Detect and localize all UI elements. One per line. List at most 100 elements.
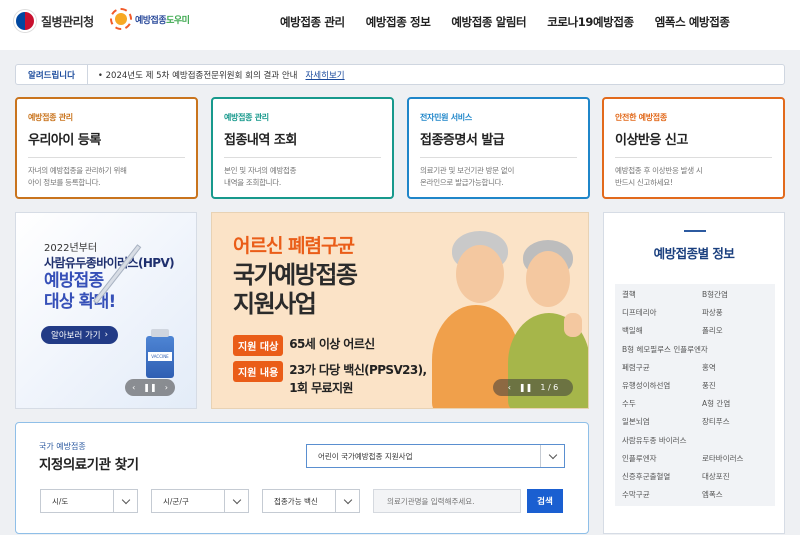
service-logo[interactable]: 예방접종도우미: [110, 8, 190, 30]
card-category: 전자민원 서비스: [420, 113, 472, 122]
vaccine-info-panel: 예방접종별 정보 결핵 B형간염 디프테리아 파상풍 백일해 폴리오 B형 헤모필루스 인플…: [603, 212, 785, 534]
program-select[interactable]: 어린이 국가예방접종 지원사업: [306, 444, 565, 468]
notice-tag: 알려드립니다: [16, 65, 88, 84]
city-select-value: 시/군/구: [163, 496, 189, 506]
card-category: 예방접종 관리: [28, 113, 73, 122]
vaccine-info-title: 예방접종별 정보: [653, 246, 735, 261]
notice-text[interactable]: • 2024년도 제 5차 예방접종전문위원회 회의 결과 안내: [98, 69, 298, 81]
service-logo-main: 예방접종: [135, 15, 167, 26]
nav-vaccination-management[interactable]: 예방접종 관리: [280, 14, 345, 30]
banner-row-content: 지원 내용 23가 다당 백신(PPSV23), 1회 무료지원: [233, 361, 427, 397]
vaccine-row: 백일해 폴리오: [615, 322, 775, 340]
vaccine-row: 결핵 B형간염: [615, 286, 775, 304]
card-description: 예방접종 후 이상반응 발생 시 반드시 신고하세요!: [615, 166, 703, 187]
clinic-finder: 국가 예방접종 지정의료기관 찾기: [15, 422, 589, 534]
banner-row-value: 23가 다당 백신(PPSV23), 1회 무료지원: [289, 363, 427, 395]
banner-row-key: 지원 내용: [233, 361, 284, 382]
card-certificate[interactable]: 전자민원 서비스 접종증명서 발급 의료기관 및 보건기관 방문 없이 온라인으…: [407, 97, 590, 199]
nav-mpox[interactable]: 엠폭스 예방접종: [655, 14, 730, 30]
vaccine-vial-icon: VACCINE: [146, 329, 174, 378]
nav-vaccination-info[interactable]: 예방접종 정보: [366, 14, 431, 30]
vaccine-link[interactable]: 수두: [615, 395, 695, 413]
sun-logo-icon: [110, 8, 132, 30]
vaccine-link[interactable]: 파상풍: [695, 304, 775, 322]
card-history-lookup[interactable]: 예방접종 관리 접종내역 조회 본인 및 자녀의 예방접종 내역을 조회합니다.: [211, 97, 394, 199]
vaccine-link[interactable]: 사람유두종 바이러스: [615, 432, 775, 450]
pager-count: 1 / 6: [540, 383, 559, 392]
vaccine-row: 수막구균 엠폭스: [615, 486, 775, 504]
vaccine-link[interactable]: A형 간염: [695, 395, 775, 413]
pause-icon[interactable]: ❚❚: [143, 383, 156, 392]
vaccine-row: 일본뇌염 장티푸스: [615, 413, 775, 431]
chevron-down-icon: [335, 490, 359, 512]
card-adverse-report[interactable]: 안전한 예방접종 이상반응 신고 예방접종 후 이상반응 발생 시 반드시 신고…: [602, 97, 785, 199]
vaccine-link[interactable]: B형간염: [695, 286, 775, 304]
card-register-child[interactable]: 예방접종 관리 우리아이 등록 자녀의 예방접종을 관리하기 위해 아이 정보를…: [15, 97, 198, 199]
search-button[interactable]: 검색: [527, 489, 563, 513]
vaccine-link[interactable]: 디프테리아: [615, 304, 695, 322]
agency-logo[interactable]: 질병관리청: [14, 10, 94, 32]
vaccine-select-value: 접종가능 백신: [274, 496, 318, 506]
card-title: 우리아이 등록: [28, 129, 185, 158]
province-select[interactable]: 시/도: [40, 489, 138, 513]
hpv-year: 2022년부터: [44, 243, 98, 254]
taegeuk-emblem-icon: [14, 10, 36, 32]
prev-arrow-icon[interactable]: ‹: [132, 383, 135, 392]
vaccine-row: 유행성이하선염 풍진: [615, 377, 775, 395]
card-title: 접종내역 조회: [224, 129, 381, 158]
vaccine-link[interactable]: 폐렴구균: [615, 359, 695, 377]
vaccine-link[interactable]: 풍진: [695, 377, 775, 395]
vaccine-list: 결핵 B형간염 디프테리아 파상풍 백일해 폴리오 B형 헤모필루스 인플루엔자 폐렴구균 홍역…: [615, 284, 775, 507]
banner-row-key: 지원 대상: [233, 335, 284, 356]
notice-bar: 알려드립니다 • 2024년도 제 5차 예방접종전문위원회 회의 결과 안내 …: [15, 64, 785, 85]
hospital-name-input[interactable]: [373, 489, 521, 513]
vaccine-row: 사람유두종 바이러스: [615, 432, 775, 450]
vaccine-row: 인플루엔자 로타바이러스: [615, 450, 775, 468]
vaccine-link[interactable]: 대상포진: [695, 468, 775, 486]
card-description: 자녀의 예방접종을 관리하기 위해 아이 정보를 등록합니다.: [28, 166, 127, 187]
vaccine-link[interactable]: 엠폭스: [695, 486, 775, 504]
title-accent-bar: [684, 230, 706, 232]
vaccine-row: 폐렴구균 홍역: [615, 359, 775, 377]
prev-arrow-icon[interactable]: ‹: [508, 383, 511, 392]
finder-category: 국가 예방접종: [39, 442, 86, 451]
nav-vaccination-alerts[interactable]: 예방접종 알림터: [451, 14, 526, 30]
vaccine-row: B형 헤모필루스 인플루엔자: [615, 341, 775, 359]
card-title: 이상반응 신고: [615, 129, 772, 158]
notice-more-link[interactable]: 자세히보기: [305, 69, 344, 81]
vaccine-link[interactable]: 로타바이러스: [695, 450, 775, 468]
card-description: 의료기관 및 보건기관 방문 없이 온라인으로 발급가능합니다.: [420, 166, 515, 187]
vaccine-link[interactable]: 인플루엔자: [615, 450, 695, 468]
pause-icon[interactable]: ❚❚: [519, 383, 532, 392]
vaccine-link[interactable]: B형 헤모필루스 인플루엔자: [615, 341, 775, 359]
vaccine-link[interactable]: 결핵: [615, 286, 695, 304]
banner-title-top: 어르신 폐렴구균: [233, 235, 355, 257]
province-select-value: 시/도: [52, 496, 69, 506]
vial-label: VACCINE: [148, 352, 172, 361]
vaccine-link[interactable]: 수막구균: [615, 486, 695, 504]
vaccine-link[interactable]: 백일해: [615, 322, 695, 340]
vaccine-row: 디프테리아 파상풍: [615, 304, 775, 322]
vaccine-link[interactable]: 장티푸스: [695, 413, 775, 431]
hpv-button-label: 알아보러 가기: [51, 331, 101, 341]
vaccine-link[interactable]: 신증후군출혈열: [615, 468, 695, 486]
vaccine-select[interactable]: 접종가능 백신: [262, 489, 360, 513]
card-category: 예방접종 관리: [224, 113, 269, 122]
card-category: 안전한 예방접종: [615, 113, 667, 122]
hpv-learn-more-button[interactable]: 알아보러 가기 ›: [41, 326, 119, 344]
agency-name: 질병관리청: [41, 14, 94, 29]
vaccine-link[interactable]: 홍역: [695, 359, 775, 377]
vaccine-row: 수두 A형 간염: [615, 395, 775, 413]
chevron-right-icon: ›: [104, 330, 109, 340]
vaccine-row: 신증후군출혈열 대상포진: [615, 468, 775, 486]
nav-covid19[interactable]: 코로나19예방접종: [547, 14, 634, 30]
banner-row-value: 65세 이상 어르신: [289, 337, 375, 351]
chevron-down-icon: [540, 445, 564, 467]
vaccine-link[interactable]: 일본뇌염: [615, 413, 695, 431]
banner-row-target: 지원 대상 65세 이상 어르신: [233, 335, 375, 356]
vaccine-link[interactable]: 유행성이하선염: [615, 377, 695, 395]
chevron-down-icon: [113, 490, 137, 512]
vaccine-link[interactable]: 폴리오: [695, 322, 775, 340]
city-select[interactable]: 시/군/구: [151, 489, 249, 513]
next-arrow-icon[interactable]: ›: [165, 383, 168, 392]
